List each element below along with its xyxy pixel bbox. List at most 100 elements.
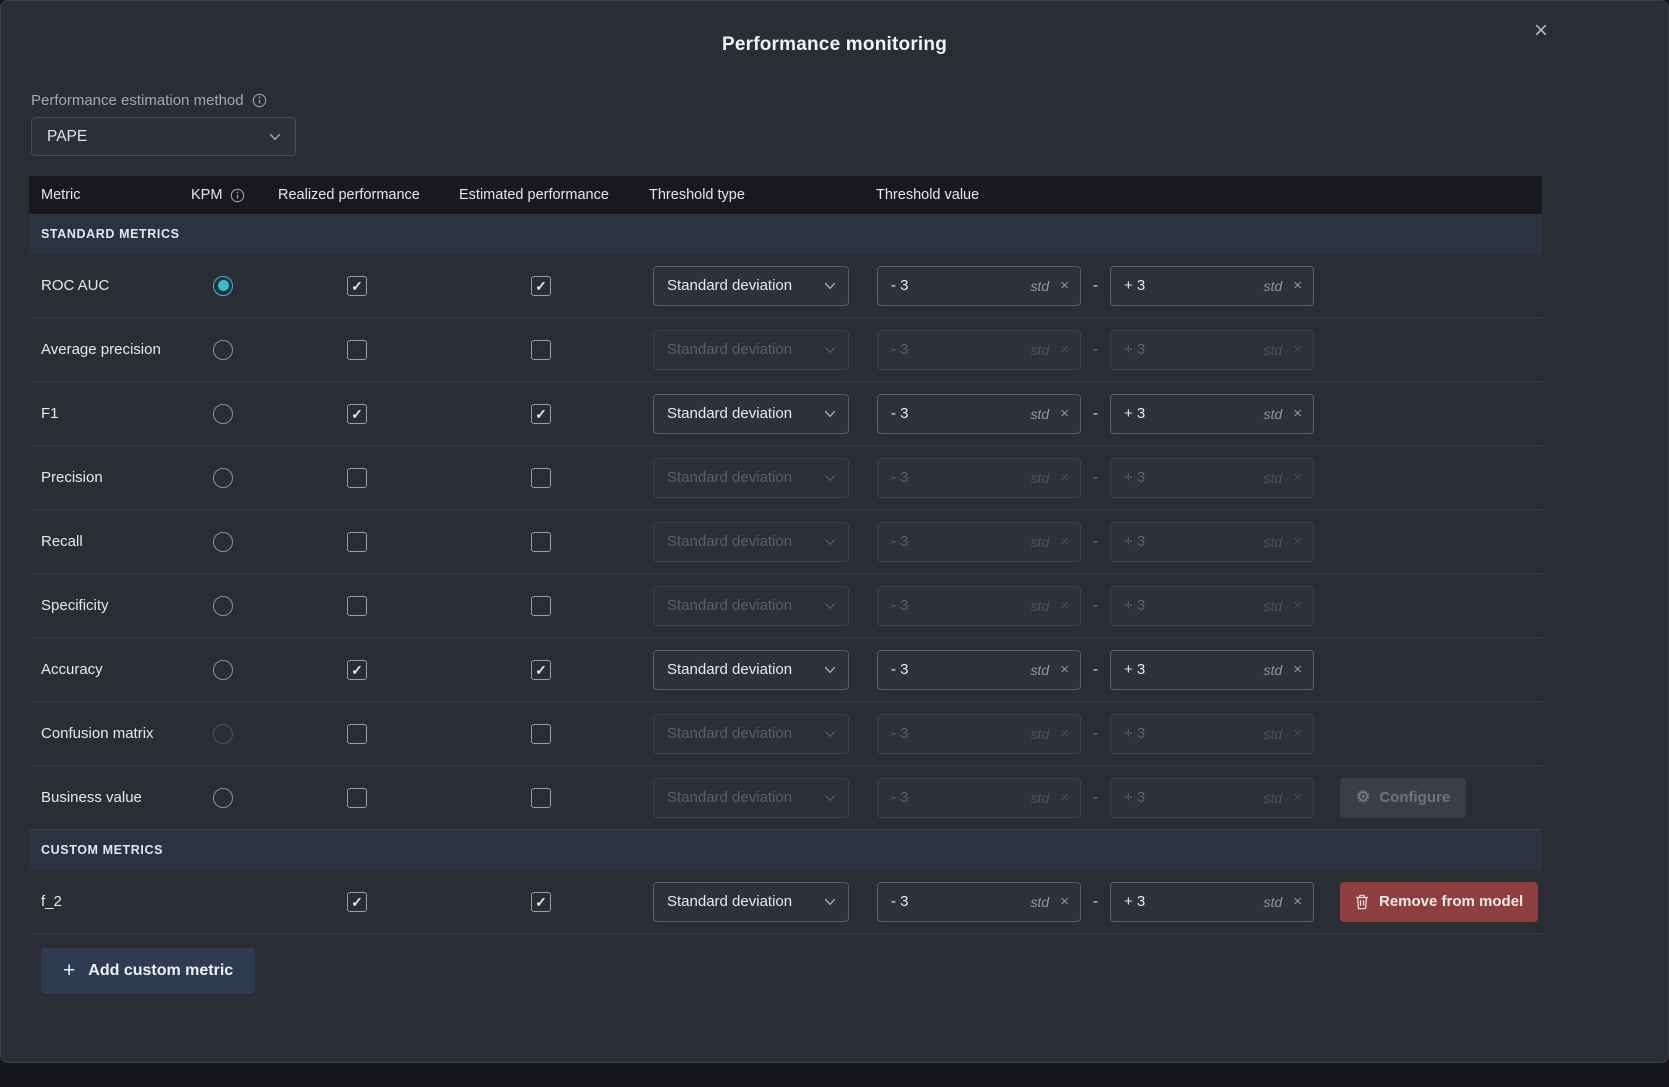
clear-icon: × [1060, 790, 1069, 805]
estimated-performance-checkbox[interactable]: ✓ [531, 276, 551, 296]
threshold-lower-input: - 3std× [877, 586, 1081, 626]
estimated-performance-checkbox[interactable]: ✓ [531, 660, 551, 680]
clear-icon: × [1060, 726, 1069, 741]
kpm-radio[interactable] [213, 404, 233, 424]
threshold-lower-input[interactable]: - 3 std × [877, 650, 1081, 690]
estimated-performance-checkbox[interactable] [531, 788, 551, 808]
realized-performance-checkbox[interactable]: ✓ [347, 404, 367, 424]
clear-icon[interactable]: × [1293, 406, 1302, 421]
estimated-performance-checkbox[interactable] [531, 532, 551, 552]
threshold-lower-input[interactable]: - 3 std × [877, 266, 1081, 306]
threshold-type-select: Standard deviation [653, 714, 849, 754]
configure-button[interactable]: ⚙Configure [1340, 778, 1466, 818]
clear-icon[interactable]: × [1293, 894, 1302, 909]
unit-suffix: std [1264, 726, 1283, 742]
threshold-lower-input[interactable]: - 3std× [877, 394, 1081, 434]
threshold-upper-input[interactable]: + 3std× [1110, 650, 1314, 690]
clear-icon: × [1060, 598, 1069, 613]
metric-name: Average precision [41, 341, 161, 358]
estimated-performance-checkbox[interactable]: ✓ [531, 892, 551, 912]
metric-name: f_2 [41, 893, 62, 910]
estimation-method-select[interactable]: PAPE [31, 117, 296, 156]
threshold-upper-input[interactable]: + 3std× [1110, 882, 1314, 922]
kpm-radio[interactable] [213, 276, 233, 296]
threshold-type-value: Standard deviation [667, 725, 792, 742]
realized-performance-checkbox[interactable] [347, 340, 367, 360]
threshold-type-select: Standard deviation [653, 522, 849, 562]
threshold-type-select[interactable]: Standard deviation [653, 266, 849, 306]
threshold-type-value: Standard deviation [667, 533, 792, 550]
realized-performance-checkbox[interactable]: ✓ [347, 892, 367, 912]
clear-icon[interactable]: × [1293, 662, 1302, 677]
remove-from-model-button[interactable]: Remove from model [1340, 882, 1538, 922]
add-custom-metric-button[interactable]: + Add custom metric [41, 948, 255, 994]
clear-icon: × [1060, 534, 1069, 549]
estimated-performance-checkbox[interactable] [531, 596, 551, 616]
kpm-radio[interactable] [213, 596, 233, 616]
close-button[interactable]: × [1525, 15, 1557, 47]
realized-performance-checkbox[interactable] [347, 468, 367, 488]
realized-performance-checkbox[interactable] [347, 724, 367, 744]
threshold-type-select[interactable]: Standard deviation [653, 882, 849, 922]
unit-suffix: std [1031, 278, 1050, 294]
estimated-performance-checkbox[interactable] [531, 468, 551, 488]
clear-icon[interactable]: × [1060, 894, 1069, 909]
threshold-type-value: Standard deviation [667, 341, 792, 358]
estimated-performance-checkbox[interactable] [531, 724, 551, 744]
estimated-performance-checkbox[interactable] [531, 340, 551, 360]
info-icon[interactable] [230, 188, 245, 203]
realized-performance-checkbox[interactable]: ✓ [347, 276, 367, 296]
estimated-performance-checkbox[interactable]: ✓ [531, 404, 551, 424]
threshold-value-text: + 3 [1124, 469, 1145, 486]
threshold-type-value: Standard deviation [667, 277, 792, 294]
unit-suffix: std [1264, 278, 1283, 294]
unit-suffix: std [1264, 470, 1283, 486]
unit-suffix: std [1264, 598, 1283, 614]
clear-icon: × [1060, 342, 1069, 357]
section-header-label: STANDARD METRICS [41, 227, 180, 241]
threshold-upper-input: + 3std× [1110, 458, 1314, 498]
clear-icon[interactable]: × [1060, 406, 1069, 421]
threshold-lower-input[interactable]: - 3std× [877, 882, 1081, 922]
threshold-value-text: - 3 [891, 277, 909, 294]
threshold-upper-input: + 3std× [1110, 522, 1314, 562]
threshold-lower-input: - 3std× [877, 458, 1081, 498]
kpm-radio[interactable] [213, 468, 233, 488]
realized-performance-checkbox[interactable] [347, 532, 367, 552]
realized-performance-checkbox[interactable] [347, 596, 367, 616]
column-header-threshold-type: Threshold type [649, 187, 876, 203]
kpm-radio[interactable] [213, 788, 233, 808]
estimation-method-label-row: Performance estimation method [31, 92, 1668, 109]
kpm-radio [213, 724, 233, 744]
threshold-type-select: Standard deviation [653, 330, 849, 370]
threshold-upper-input[interactable]: + 3std× [1110, 266, 1314, 306]
threshold-type-select[interactable]: Standard deviation [653, 394, 849, 434]
threshold-value-text: - 3 [891, 661, 909, 678]
clear-icon[interactable]: × [1293, 278, 1302, 293]
kpm-radio[interactable] [213, 532, 233, 552]
clear-icon[interactable]: × [1060, 278, 1069, 293]
kpm-radio[interactable] [213, 660, 233, 680]
metrics-table: Metric KPM Realized performance Estimate… [29, 176, 1542, 934]
unit-suffix: std [1031, 598, 1050, 614]
unit-suffix: std [1031, 534, 1050, 550]
threshold-upper-input[interactable]: + 3std× [1110, 394, 1314, 434]
metric-name: Specificity [41, 597, 109, 614]
unit-suffix: std [1031, 662, 1050, 678]
threshold-type-select[interactable]: Standard deviation [653, 650, 849, 690]
chevron-down-icon [824, 282, 836, 290]
metric-row: Confusion matrixStandard deviation- 3std… [29, 702, 1542, 766]
column-header-threshold-value: Threshold value [876, 187, 1542, 203]
clear-icon[interactable]: × [1060, 662, 1069, 677]
unit-suffix: std [1031, 726, 1050, 742]
threshold-type-value: Standard deviation [667, 469, 792, 486]
info-icon[interactable] [252, 93, 267, 108]
threshold-type-select: Standard deviation [653, 458, 849, 498]
kpm-radio[interactable] [213, 340, 233, 360]
col-kpm-label: KPM [191, 187, 222, 203]
realized-performance-checkbox[interactable]: ✓ [347, 660, 367, 680]
realized-performance-checkbox[interactable] [347, 788, 367, 808]
chevron-down-icon [824, 346, 836, 354]
threshold-value-text: - 3 [891, 341, 909, 358]
unit-suffix: std [1264, 790, 1283, 806]
